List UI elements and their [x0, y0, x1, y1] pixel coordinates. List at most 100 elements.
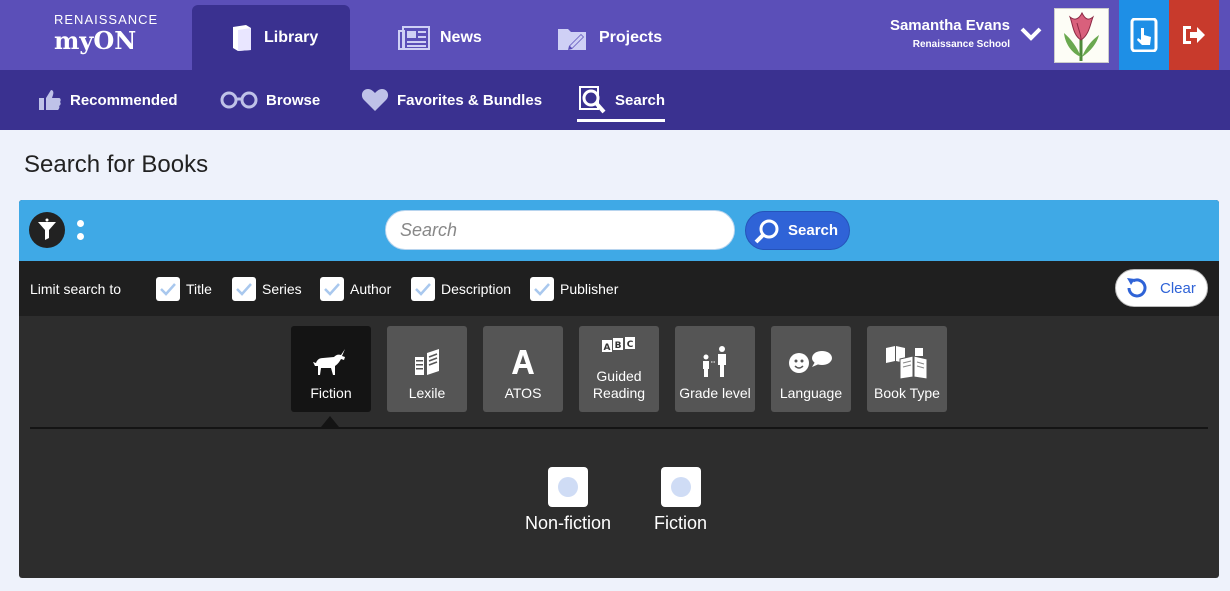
option-non-fiction-label: Non-fiction [525, 513, 612, 533]
thumbs-up-icon [39, 90, 61, 110]
search-input[interactable] [385, 210, 735, 250]
user-school: Renaissance School [912, 39, 1010, 50]
option-non-fiction[interactable]: Non-fiction [525, 467, 611, 534]
checkbox-series-box[interactable] [232, 277, 256, 301]
facet-book-type-label: Book Type [874, 385, 940, 401]
facet-language[interactable]: Language [771, 326, 851, 412]
option-fiction[interactable]: Fiction [654, 467, 707, 534]
user-info[interactable]: Samantha Evans Renaissance School [890, 17, 1010, 50]
search-button[interactable]: Search [745, 211, 850, 250]
checkbox-publisher-box[interactable] [530, 277, 554, 301]
brand-line-2: myON [54, 26, 137, 55]
facet-guided-reading[interactable]: ABC Guided Reading [579, 326, 659, 412]
option-non-fiction-radio[interactable] [548, 467, 589, 507]
checkbox-title-box[interactable] [156, 277, 180, 301]
facet-guided-reading-label: Guided Reading [592, 368, 646, 401]
reader-button[interactable] [1119, 0, 1169, 70]
subnav-recommended-label: Recommended [70, 91, 178, 109]
subnav-favorites-label: Favorites & Bundles [397, 91, 543, 109]
tulip-avatar-icon [1055, 9, 1108, 62]
facet-book-type[interactable]: Book Type [867, 326, 947, 412]
tab-news-label: News [440, 28, 482, 46]
folder-pencil-icon [558, 28, 586, 50]
subnav-browse-label: Browse [266, 91, 321, 109]
option-fiction-label: Fiction [654, 513, 708, 533]
logout-button[interactable] [1169, 0, 1219, 70]
subnav-favorites[interactable]: Favorites & Bundles [361, 70, 542, 130]
avatar[interactable] [1054, 8, 1109, 63]
heart-icon [361, 89, 389, 111]
checkbox-series[interactable]: Series [232, 277, 302, 301]
funnel-icon [38, 218, 56, 240]
clear-button[interactable]: Clear [1115, 269, 1208, 307]
check-icon [236, 283, 252, 296]
more-options-icon[interactable] [77, 220, 85, 242]
facet-fiction[interactable]: Fiction [291, 326, 371, 412]
subnav-recommended[interactable]: Recommended [38, 70, 178, 130]
checkbox-description-box[interactable] [411, 277, 435, 301]
tab-news[interactable]: News [398, 5, 482, 70]
subnav-browse[interactable]: Browse [220, 70, 320, 130]
search-button-label: Search [788, 222, 839, 239]
search-book-icon [579, 86, 606, 114]
newspaper-icon [398, 25, 430, 50]
option-fiction-radio[interactable] [660, 467, 701, 507]
check-icon [324, 283, 340, 296]
checkbox-author[interactable]: Author [320, 277, 391, 301]
people-height-icon [703, 346, 726, 377]
facet-fiction-label: Fiction [310, 385, 352, 401]
checkbox-publisher[interactable]: Publisher [530, 277, 618, 301]
brand-line-1: RENAISSANCE [54, 12, 159, 27]
facet-grade-level[interactable]: Grade level [675, 326, 755, 412]
abc-blocks-icon: ABC [602, 337, 635, 353]
user-name: Samantha Evans [889, 17, 1010, 34]
clear-button-label: Clear [1160, 279, 1196, 297]
facet-atos-label: ATOS [504, 385, 542, 401]
checkbox-title[interactable]: Title [156, 277, 212, 301]
letter-a-icon [512, 350, 534, 374]
limit-search-label: Limit search to [30, 281, 122, 297]
svg-text:A: A [604, 343, 611, 353]
facet-lexile-label: Lexile [408, 385, 446, 401]
check-icon [160, 283, 176, 296]
unicorn-icon [313, 349, 345, 375]
facet-lexile[interactable]: Lexile [387, 326, 467, 412]
magnifier-icon [754, 219, 779, 243]
check-icon [415, 283, 431, 296]
checkbox-description[interactable]: Description [411, 277, 511, 301]
sign-out-icon [1183, 26, 1205, 44]
checkbox-series-label: Series [262, 281, 302, 297]
subnav-search[interactable]: Search [577, 70, 666, 130]
book-icon [233, 24, 251, 51]
checkbox-title-label: Title [186, 281, 212, 297]
search-panel: Search Limit search to Title Series Auth… [19, 200, 1219, 578]
top-bar: RENAISSANCE myON Library News Projects S… [0, 0, 1230, 70]
speech-face-icon [789, 351, 832, 373]
tab-library-label: Library [264, 28, 319, 46]
facet-language-label: Language [779, 385, 843, 401]
facet-divider [30, 427, 1208, 429]
svg-text:C: C [627, 340, 634, 350]
sub-nav: Recommended Browse Favorites & Bundles S… [0, 70, 1230, 130]
limit-search-bar: Limit search to Title Series Author Desc… [19, 261, 1219, 316]
tab-projects[interactable]: Projects [557, 5, 662, 70]
page-title: Search for Books [24, 151, 209, 178]
checkbox-author-label: Author [350, 281, 392, 297]
facet-atos[interactable]: ATOS [483, 326, 563, 412]
checkbox-description-label: Description [441, 281, 512, 297]
search-bar: Search [19, 200, 1219, 261]
tablet-touch-icon [1130, 18, 1158, 52]
brand-logo[interactable]: RENAISSANCE myON [54, 12, 158, 55]
books-icon [886, 346, 928, 379]
filter-funnel-icon[interactable] [29, 212, 65, 248]
undo-icon [1127, 278, 1147, 298]
check-icon [534, 283, 550, 296]
chevron-down-icon[interactable] [1020, 26, 1042, 42]
tab-library[interactable]: Library [192, 5, 350, 70]
lexile-book-icon [415, 349, 439, 375]
active-facet-pointer [321, 416, 339, 427]
checkbox-publisher-label: Publisher [560, 281, 619, 297]
svg-text:B: B [615, 341, 622, 351]
checkbox-author-box[interactable] [320, 277, 344, 301]
facet-grade-level-label: Grade level [679, 385, 751, 401]
